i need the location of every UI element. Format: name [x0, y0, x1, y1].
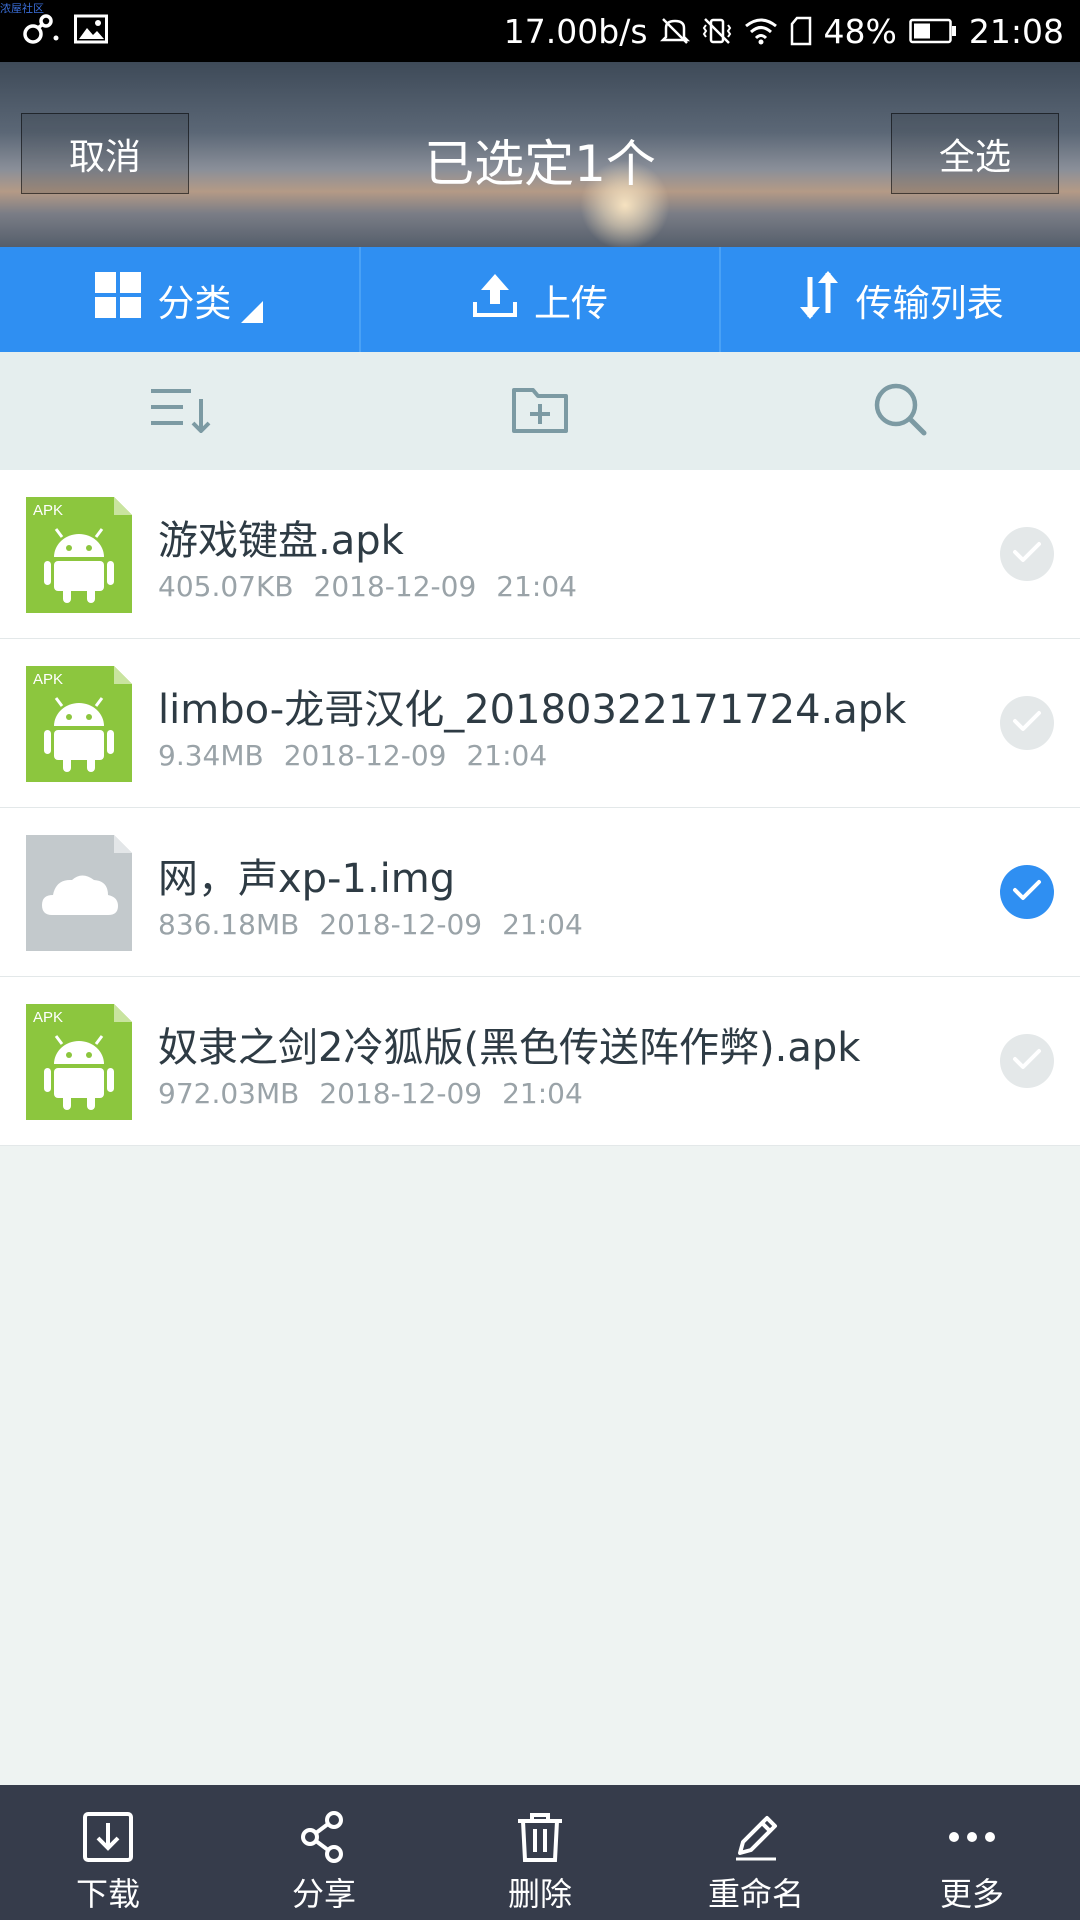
new-folder-icon: [511, 384, 569, 438]
file-date: 2018-12-09: [319, 908, 483, 941]
watermark: 浓屋社区: [0, 2, 44, 15]
checkmark-icon: [1012, 540, 1042, 568]
link-icon: [22, 12, 60, 50]
more-icon: [946, 1811, 998, 1869]
file-meta: 405.07KB 2018-12-09 21:04: [158, 570, 577, 603]
rename-button[interactable]: 重命名: [648, 1785, 864, 1920]
checkbox-unchecked[interactable]: [1000, 527, 1054, 581]
tab-transfer-list[interactable]: 传输列表: [719, 247, 1080, 352]
mute-icon: [659, 16, 690, 46]
battery-icon: [909, 18, 957, 44]
checkmark-icon: [1012, 1047, 1042, 1075]
tab-transfer-list-label: 传输列表: [855, 281, 1004, 325]
file-row[interactable]: APK limbo-龙哥汉化_20180322171724.apk 9.34MB 20…: [0, 639, 1080, 808]
file-list: APK 游戏键盘.apk 405.07KB 2018-12-09 21:04 APK lim…: [0, 470, 1080, 1146]
file-date: 2018-12-09: [319, 1077, 483, 1110]
apk-type-label: APK: [33, 1009, 63, 1026]
file-time: 21:04: [502, 1077, 583, 1110]
file-meta: 972.03MB 2018-12-09 21:04: [158, 1077, 583, 1110]
download-icon: [82, 1811, 134, 1869]
apk-file-icon: APK: [26, 1004, 132, 1120]
file-size: 972.03MB: [158, 1077, 300, 1110]
dropdown-triangle-icon: [241, 289, 264, 332]
file-date: 2018-12-09: [313, 570, 477, 603]
apk-type-label: APK: [33, 502, 63, 519]
file-row[interactable]: APK 游戏键盘.apk 405.07KB 2018-12-09 21:04: [0, 470, 1080, 639]
apk-file-icon: APK: [26, 497, 132, 613]
file-date: 2018-12-09: [283, 739, 447, 772]
net-speed: 17.00b/s: [503, 11, 648, 51]
checkbox-checked[interactable]: [1000, 865, 1054, 919]
tab-bar: 分类 上传 传输列表: [0, 247, 1080, 352]
sort-button[interactable]: [0, 352, 360, 470]
download-button[interactable]: 下载: [0, 1785, 216, 1920]
grid-icon: [95, 272, 142, 327]
file-name: 网，声xp-1.img: [158, 856, 456, 902]
selection-header: 取消 已选定1个 全选: [0, 62, 1080, 247]
file-time: 21:04: [502, 908, 583, 941]
file-row[interactable]: APK 奴隶之剑2冷狐版(黑色传送阵作弊).apk 972.03MB 2018-12-…: [0, 977, 1080, 1146]
tab-upload[interactable]: 上传: [358, 247, 720, 352]
tab-upload-label: 上传: [534, 281, 608, 325]
upload-icon: [472, 272, 518, 327]
transfer-icon: [798, 271, 840, 328]
more-label: 更多: [939, 1875, 1004, 1913]
share-button[interactable]: 分享: [216, 1785, 432, 1920]
wifi-icon: [744, 17, 778, 45]
more-button[interactable]: 更多: [864, 1785, 1080, 1920]
file-tools-bar: [0, 352, 1080, 470]
file-row[interactable]: 网，声xp-1.img 836.18MB 2018-12-09 21:04: [0, 808, 1080, 977]
checkbox-unchecked[interactable]: [1000, 1034, 1054, 1088]
file-meta: 9.34MB 2018-12-09 21:04: [158, 739, 547, 772]
rename-label: 重命名: [707, 1875, 804, 1913]
delete-button[interactable]: 删除: [432, 1785, 648, 1920]
new-folder-button[interactable]: [360, 352, 720, 470]
tab-category-label: 分类: [157, 281, 232, 325]
select-all-button[interactable]: 全选: [891, 113, 1059, 194]
battery-percent: 48%: [823, 11, 897, 51]
image-icon: [74, 14, 108, 48]
download-label: 下载: [75, 1875, 140, 1913]
action-bar: 下载 分享 删除 重命名 更多: [0, 1785, 1080, 1920]
tab-category[interactable]: 分类: [0, 247, 359, 352]
file-size: 9.34MB: [158, 739, 264, 772]
delete-label: 删除: [507, 1875, 572, 1913]
file-name: limbo-龙哥汉化_20180322171724.apk: [158, 687, 907, 733]
cloud-file-icon: [26, 835, 132, 951]
apk-type-label: APK: [33, 671, 63, 688]
sim-icon: [790, 16, 812, 46]
checkmark-icon: [1012, 709, 1042, 737]
vibrate-off-icon: [702, 16, 732, 46]
trash-icon: [514, 1811, 566, 1869]
checkbox-unchecked[interactable]: [1000, 696, 1054, 750]
file-name: 奴隶之剑2冷狐版(黑色传送阵作弊).apk: [158, 1025, 861, 1071]
share-icon: [298, 1811, 350, 1869]
file-meta: 836.18MB 2018-12-09 21:04: [158, 908, 583, 941]
file-size: 405.07KB: [158, 570, 294, 603]
apk-file-icon: APK: [26, 666, 132, 782]
file-size: 836.18MB: [158, 908, 300, 941]
search-button[interactable]: [720, 352, 1080, 470]
clock: 21:08: [968, 11, 1064, 51]
checkmark-icon: [1012, 878, 1042, 906]
status-bar: 17.00b/s 48% 21:08: [0, 0, 1080, 62]
file-time: 21:04: [496, 570, 577, 603]
sort-icon: [149, 385, 211, 437]
search-icon: [872, 381, 928, 441]
share-label: 分享: [291, 1875, 356, 1913]
file-time: 21:04: [466, 739, 548, 772]
file-name: 游戏键盘.apk: [158, 518, 404, 564]
pencil-icon: [730, 1811, 782, 1869]
